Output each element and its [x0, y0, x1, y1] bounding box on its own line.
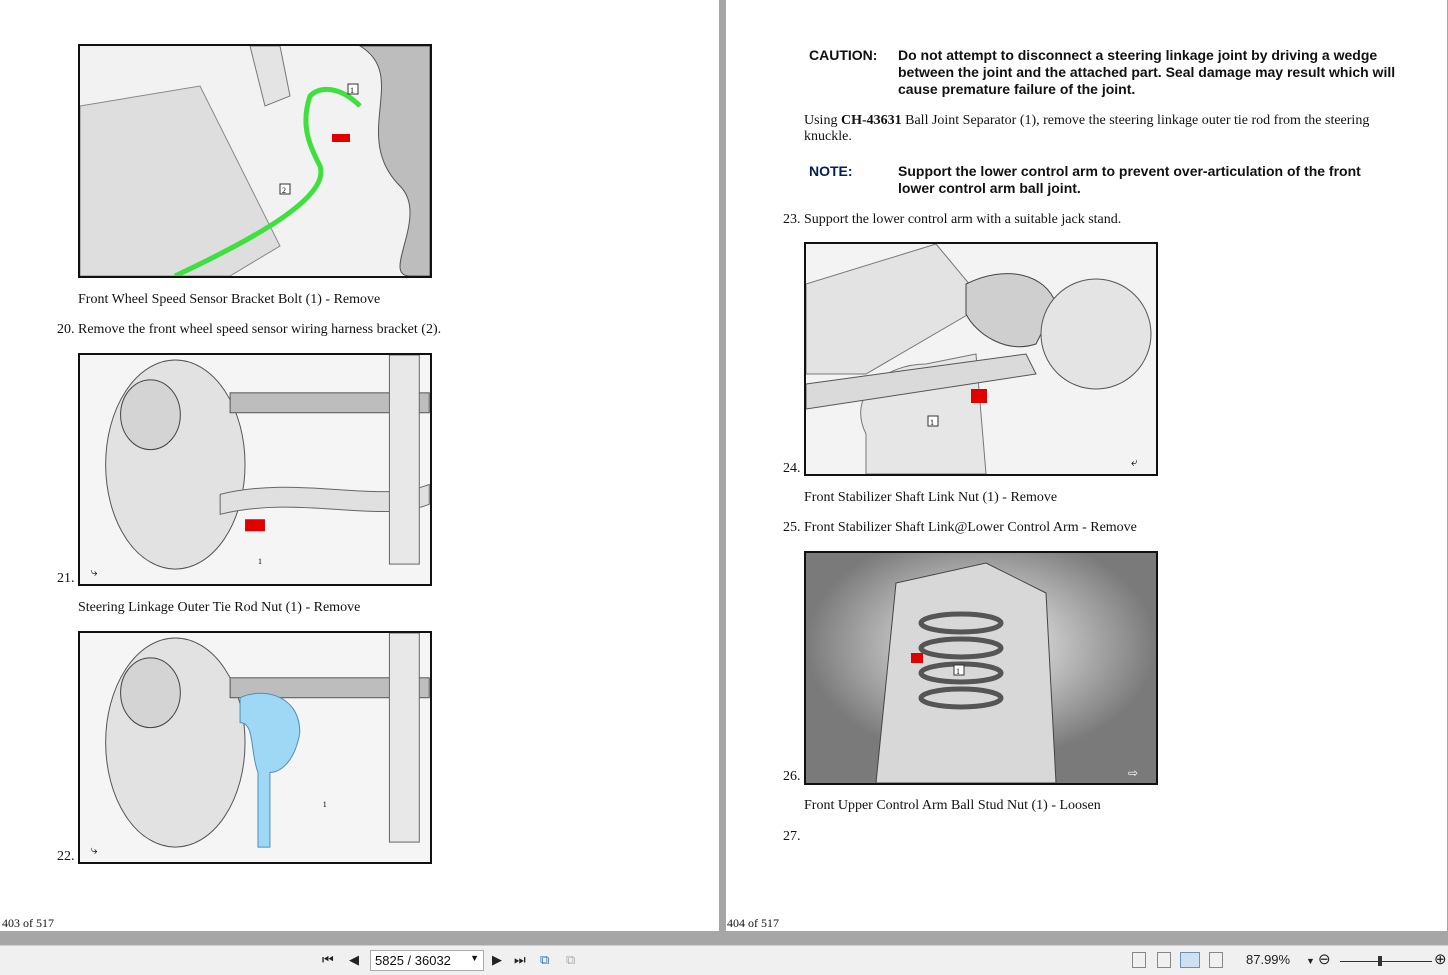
caption: Steering Linkage Outer Tie Rod Nut (1) -… — [78, 600, 361, 615]
page-403: 1 2 Front Wheel Speed Sensor Bracket Bol… — [0, 0, 719, 931]
note-label: NOTE: — [809, 163, 853, 179]
svg-text:⤶: ⤶ — [1131, 455, 1138, 469]
step-26: 26. — [783, 769, 801, 784]
page-number-input[interactable]: 5825 / 36032 ▼ — [370, 950, 484, 971]
page-404: CAUTION: Do not attempt to disconnect a … — [726, 0, 1447, 931]
last-page-icon[interactable]: ⏭ — [514, 952, 526, 968]
next-view-icon[interactable]: ⧉ — [566, 952, 575, 968]
svg-text:⇨: ⇨ — [1128, 766, 1138, 780]
figure-upper-control-arm-nut: 1 ⇨ — [804, 551, 1158, 785]
zoom-dropdown-icon[interactable]: ▼ — [1306, 956, 1315, 966]
step-24: 24. — [783, 461, 801, 476]
svg-text:⤷: ⤷ — [91, 565, 98, 579]
zoom-in-icon[interactable]: ⊕ — [1434, 950, 1447, 968]
svg-text:1: 1 — [930, 418, 934, 427]
previous-page-icon[interactable]: ◀ — [349, 952, 359, 968]
caption: Front Stabilizer Shaft Link Nut (1) - Re… — [804, 490, 1058, 505]
navigation-toolbar: ⏮ ◀ 5825 / 36032 ▼ ▶ ⏭ ⧉ ⧉ 87.99% ▼ ⊖ ⊕ — [0, 945, 1448, 975]
tool-number: CH-43631 — [840, 113, 902, 128]
step-23: 23. Support the lower control arm with a… — [783, 212, 1122, 227]
caution-label: CAUTION: — [809, 47, 878, 63]
svg-text:⤷: ⤷ — [91, 843, 98, 857]
continuous-facing-view-icon[interactable] — [1209, 952, 1223, 968]
callout: 1 — [350, 86, 354, 95]
note-text: Support the lower control arm to prevent… — [898, 163, 1361, 196]
using-text: Using CH-43631 Ball Joint Separator (1),… — [804, 113, 1370, 144]
zoom-slider-thumb[interactable] — [1378, 956, 1382, 966]
continuous-view-icon[interactable] — [1157, 952, 1171, 968]
zoom-out-icon[interactable]: ⊖ — [1318, 950, 1331, 968]
figure-ball-joint-separator: 1 ⤷ — [78, 631, 432, 864]
single-page-view-icon[interactable] — [1132, 952, 1146, 968]
facing-view-icon[interactable] — [1180, 952, 1200, 968]
step-21: 21. — [57, 571, 75, 586]
step-27: 27. — [783, 829, 801, 844]
zoom-slider[interactable] — [1340, 956, 1432, 966]
page-footer: 404 of 517 — [727, 916, 779, 930]
zoom-level[interactable]: 87.99% — [1246, 952, 1290, 967]
figure-tie-rod-nut: 1 ⤷ — [78, 353, 432, 586]
svg-text:1: 1 — [323, 800, 327, 809]
step-22: 22. — [57, 849, 75, 864]
next-page-icon[interactable]: ▶ — [492, 952, 502, 968]
chevron-down-icon: ▼ — [470, 953, 479, 963]
step-25: 25. Front Stabilizer Shaft Link@Lower Co… — [783, 520, 1137, 535]
figure-wheel-speed-sensor: 1 2 — [78, 44, 432, 278]
page-footer: 403 of 517 — [2, 916, 54, 930]
caption: Front Upper Control Arm Ball Stud Nut (1… — [804, 798, 1101, 813]
svg-text:1: 1 — [258, 557, 262, 566]
caution-text: Do not attempt to disconnect a steering … — [898, 47, 1396, 97]
previous-view-icon[interactable]: ⧉ — [540, 952, 549, 968]
first-page-icon[interactable]: ⏮ — [322, 952, 334, 968]
caption: Front Wheel Speed Sensor Bracket Bolt (1… — [78, 292, 381, 307]
step-20: 20. Remove the front wheel speed sensor … — [57, 322, 442, 337]
svg-text:2: 2 — [282, 186, 286, 195]
figure-stabilizer-link-nut: 1 ⤶ — [804, 242, 1158, 476]
svg-text:1: 1 — [956, 667, 960, 676]
